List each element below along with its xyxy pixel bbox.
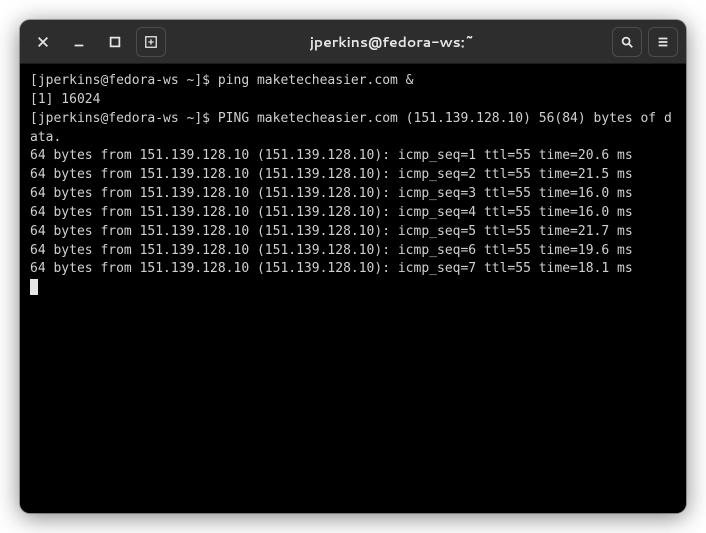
minimize-button[interactable]: [64, 27, 94, 57]
cursor: [30, 279, 38, 295]
command-text: ping maketecheasier.com &: [218, 73, 414, 88]
search-button[interactable]: [612, 27, 642, 57]
window-title: jperkins@fedora-ws:~: [184, 32, 600, 52]
minimize-icon: [72, 35, 86, 49]
ping-reply-line: 64 bytes from 151.139.128.10 (151.139.12…: [30, 166, 676, 185]
terminal-line: [30, 279, 676, 298]
titlebar: jperkins@fedora-ws:~: [20, 20, 686, 64]
terminal-window: jperkins@fedora-ws:~ [jperkins@fedora-ws…: [20, 20, 686, 513]
shell-prompt: [jperkins@fedora-ws ~]$: [30, 111, 218, 126]
terminal-line: [jperkins@fedora-ws ~]$ ping maketecheas…: [30, 72, 676, 91]
maximize-button[interactable]: [100, 27, 130, 57]
terminal-viewport[interactable]: [jperkins@fedora-ws ~]$ ping maketecheas…: [20, 64, 686, 513]
ping-reply-line: 64 bytes from 151.139.128.10 (151.139.12…: [30, 242, 676, 261]
ping-reply-line: 64 bytes from 151.139.128.10 (151.139.12…: [30, 260, 676, 279]
terminal-line: [1] 16024: [30, 91, 676, 110]
ping-reply-line: 64 bytes from 151.139.128.10 (151.139.12…: [30, 223, 676, 242]
ping-reply-line: 64 bytes from 151.139.128.10 (151.139.12…: [30, 147, 676, 166]
hamburger-icon: [656, 35, 670, 49]
ping-reply-line: 64 bytes from 151.139.128.10 (151.139.12…: [30, 185, 676, 204]
search-icon: [620, 35, 634, 49]
terminal-line: [jperkins@fedora-ws ~]$ PING maketecheas…: [30, 110, 676, 148]
new-tab-icon: [144, 35, 158, 49]
menu-button[interactable]: [648, 27, 678, 57]
shell-prompt: [jperkins@fedora-ws ~]$: [30, 73, 218, 88]
new-tab-button[interactable]: [136, 27, 166, 57]
maximize-icon: [108, 35, 122, 49]
close-icon: [36, 35, 50, 49]
ping-reply-line: 64 bytes from 151.139.128.10 (151.139.12…: [30, 204, 676, 223]
close-button[interactable]: [28, 27, 58, 57]
